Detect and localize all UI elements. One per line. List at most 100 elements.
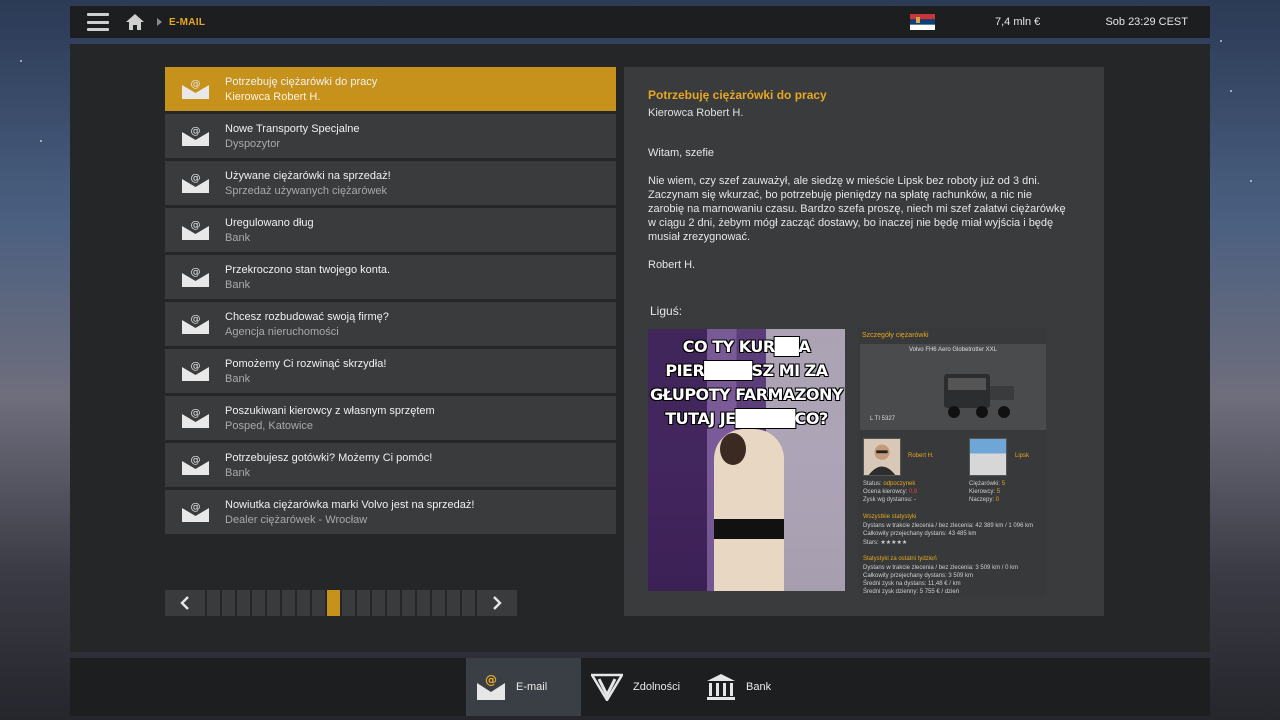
page-indicator[interactable] [237, 590, 250, 616]
email-subject: Pomożemy Ci rozwinąć skrzydła! [225, 358, 387, 370]
svg-text:@: @ [485, 673, 497, 687]
home-icon[interactable] [125, 13, 145, 31]
email-list-item[interactable]: @ Przekroczono stan twojego konta. Bank [165, 255, 616, 299]
svg-text:@: @ [191, 79, 201, 90]
bottom-bar: @ E-mail Zdolności Bank [70, 658, 1210, 716]
email-subject: Chcesz rozbudować swoją firmę? [225, 311, 389, 323]
page-indicator[interactable] [432, 590, 445, 616]
serbia-flag-icon[interactable] [910, 14, 935, 30]
garage-image [969, 438, 1007, 476]
email-envelope-icon: @ [182, 267, 209, 287]
email-envelope-icon: @ [182, 126, 209, 146]
background-star [40, 140, 42, 142]
meme-line: PIER████SZ MI ZA [665, 361, 828, 380]
tab-label: Zdolności [633, 681, 681, 693]
meme-line: GŁUPOTY FARMAZONY [649, 385, 844, 404]
page-indicator[interactable] [447, 590, 460, 616]
email-envelope-icon: @ [182, 455, 209, 475]
trucks-label: Ciężarówki: [969, 481, 1001, 487]
email-from: Agencja nieruchomości [225, 326, 339, 338]
trailers-value: 0 [995, 497, 1000, 503]
email-reader: Potrzebuję ciężarówki do pracy Kierowca … [624, 67, 1104, 616]
page-indicator[interactable] [387, 590, 400, 616]
next-page-button[interactable] [477, 590, 517, 616]
svg-text:@: @ [191, 267, 201, 278]
page-indicator[interactable] [342, 590, 355, 616]
meme-image: CO TY KUR██A PIER████SZ MI ZA GŁUPOTY FA… [648, 329, 845, 591]
email-sender: Kierowca Robert H. [648, 107, 744, 119]
driver-name: Robert H. [908, 453, 934, 459]
details-header: Szczegóły ciężarówki [862, 332, 929, 339]
page-indicator[interactable] [222, 590, 235, 616]
background-star [1220, 40, 1222, 42]
email-subject: Nowiutka ciężarówka marki Volvo jest na … [225, 499, 475, 511]
email-from: Posped, Katowice [225, 420, 314, 432]
email-subject: Poszukiwani kierowcy z własnym sprzętem [225, 405, 435, 417]
page-indicator[interactable] [402, 590, 415, 616]
email-envelope-icon: @ [182, 314, 209, 334]
email-list-item[interactable]: @ Poszukiwani kierowcy z własnym sprzętem… [165, 396, 616, 440]
truck-details-screenshot: Szczegóły ciężarówki Volvo FH6 Aero Glob… [858, 327, 1046, 597]
page-indicator[interactable] [207, 590, 220, 616]
drivers-label: Kierowcy: [969, 489, 996, 495]
email-envelope-icon: @ [182, 361, 209, 381]
email-subject: Uregulowano dług [225, 217, 314, 229]
breadcrumb-arrow-icon [157, 18, 162, 26]
tab-bank[interactable]: Bank [706, 658, 806, 716]
email-list-item[interactable]: @ Potrzebuję ciężarówki do pracy Kierowca … [165, 67, 616, 111]
rating-label: Ocena kierowcy: [863, 489, 908, 495]
background-star [20, 60, 22, 62]
page-indicator[interactable] [297, 590, 310, 616]
meme-line: CO TY KUR██A [682, 337, 811, 356]
prev-page-button[interactable] [165, 590, 205, 616]
email-from: Bank [225, 279, 251, 291]
email-subject: Potrzebuję ciężarówki do pracy [225, 76, 378, 88]
page-indicators [207, 590, 475, 616]
email-from: Dealer ciężarówek - Wrocław [225, 514, 368, 526]
page-indicator[interactable] [327, 590, 340, 616]
page-indicator[interactable] [372, 590, 385, 616]
money-balance: 7,4 mln € [995, 16, 1041, 28]
all-stars: Stars: ★★★★★ [863, 540, 908, 546]
trucks-value: 5 [1001, 481, 1006, 487]
email-list-item[interactable]: @ Używane ciężarówki na sprzedaż! Sprzedaż… [165, 161, 616, 205]
page-indicator[interactable] [252, 590, 265, 616]
email-from: Sprzedaż używanych ciężarówek [225, 185, 388, 197]
email-list-item[interactable]: @ Nowe Transporty Specjalne Dyspozytor [165, 114, 616, 158]
menu-icon[interactable] [87, 13, 109, 31]
page-indicator[interactable] [462, 590, 475, 616]
game-clock: Sob 23:29 CEST [1105, 16, 1188, 28]
all-total: Całkowity przejechany dystans: 43 485 km [863, 531, 977, 537]
email-list-item[interactable]: @ Pomożemy Ci rozwinąć skrzydła! Bank [165, 349, 616, 393]
tab-skills[interactable]: Zdolności [589, 658, 699, 716]
drivers-value: 5 [996, 489, 1001, 495]
email-list-item[interactable]: @ Potrzebujesz gotówki? Możemy Ci pomóc! B… [165, 443, 616, 487]
page-indicator[interactable] [357, 590, 370, 616]
driver-avatar [863, 438, 901, 476]
page-indicator[interactable] [267, 590, 280, 616]
svg-text:@: @ [191, 361, 201, 372]
page-indicator[interactable] [282, 590, 295, 616]
meme-line: TUTAJ JE█████CO? [665, 409, 828, 428]
email-envelope-icon: @ [182, 502, 209, 522]
page-indicator[interactable] [312, 590, 325, 616]
all-stats-header: Wszystkie statystyki [863, 514, 917, 520]
email-envelope-icon: @ [182, 173, 209, 193]
email-from: Bank [225, 373, 251, 385]
week-avg-km: Średni zysk na dystans: 11,48 € / km [863, 581, 961, 587]
email-list-item[interactable]: @ Uregulowano dług Bank [165, 208, 616, 252]
tab-email[interactable]: @ E-mail [466, 658, 581, 716]
truck-box: Volvo FH6 Aero Globetrotter XXL L TI 532… [860, 344, 1046, 430]
email-list-item[interactable]: @ Chcesz rozbudować swoją firmę? Agencja n… [165, 302, 616, 346]
page-indicator[interactable] [417, 590, 430, 616]
email-list-item[interactable]: @ Nowiutka ciężarówka marki Volvo jest na… [165, 490, 616, 534]
skills-icon [591, 673, 623, 701]
svg-text:@: @ [191, 502, 201, 513]
email-list: @ Potrzebuję ciężarówki do pracy Kierowca … [165, 67, 616, 537]
email-subject: Nowe Transporty Specjalne [225, 123, 360, 135]
week-stats-header: Statystyki za ostatni tydzień [863, 556, 937, 562]
truck-icon [944, 374, 1014, 418]
email-greeting: Witam, szefie [648, 147, 715, 159]
email-envelope-icon: @ [182, 408, 209, 428]
background-star [1230, 90, 1232, 92]
